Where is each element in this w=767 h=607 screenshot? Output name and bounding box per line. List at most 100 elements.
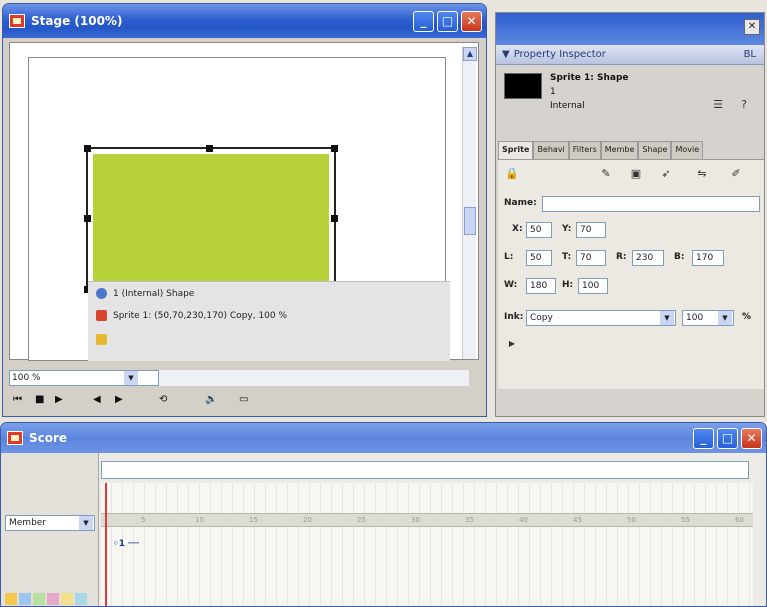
playhead[interactable] xyxy=(105,483,107,606)
channel-headers: Member ▼ xyxy=(1,453,99,606)
help-icon[interactable]: ? xyxy=(736,97,752,113)
r-label: R: xyxy=(616,252,627,262)
tick-label: 30 xyxy=(411,516,420,524)
resize-handle-ml[interactable] xyxy=(84,215,91,222)
pi-title: Property Inspector xyxy=(513,49,606,60)
tab-shape[interactable]: Shape xyxy=(638,141,672,159)
resize-handle-tr[interactable] xyxy=(331,145,338,152)
editable-icon[interactable]: ✎ xyxy=(598,166,614,182)
score-window: Score _ □ ✕ Member ▼ 5 10 15 20 25 30 35… xyxy=(0,422,767,607)
ink-value: Copy xyxy=(530,313,553,323)
step-forward-icon[interactable]: ▶ xyxy=(115,394,123,405)
w-label: W: xyxy=(504,280,518,290)
maximize-button[interactable]: □ xyxy=(437,11,458,32)
close-icon[interactable]: ✕ xyxy=(744,19,760,35)
maximize-button[interactable]: □ xyxy=(717,428,738,449)
rewind-icon[interactable]: ⏮ xyxy=(13,394,22,405)
stop-icon[interactable]: ■ xyxy=(35,394,44,405)
script-edit-icon[interactable]: ✐ xyxy=(728,166,744,182)
flip-icon[interactable]: ⇋ xyxy=(694,166,710,182)
tab-filters[interactable]: Filters xyxy=(568,141,601,159)
tab-movie[interactable]: Movie xyxy=(671,141,704,159)
green-shape-sprite[interactable] xyxy=(93,154,329,284)
sprite-span-1[interactable]: ◦1 ── xyxy=(113,539,139,549)
resize-handle-tc[interactable] xyxy=(206,145,213,152)
l-field[interactable]: 50 xyxy=(526,250,552,266)
h-field[interactable]: 100 xyxy=(578,278,608,294)
cast-name: Internal xyxy=(550,101,585,111)
ink-label: Ink: xyxy=(504,312,524,322)
name-field[interactable] xyxy=(542,196,760,212)
expand-more-icon[interactable]: ▶ xyxy=(504,336,520,352)
sprite-thumbnail xyxy=(504,73,542,99)
stage-controls: 100 % ▼ ⏮ ■ ▶ ◀ ▶ ⟲ 🔈 ▭ xyxy=(9,366,479,414)
name-label: Name: xyxy=(504,198,537,208)
chevron-down-icon[interactable]: ▼ xyxy=(79,516,93,530)
resize-handle-mr[interactable] xyxy=(331,215,338,222)
pi-titlebar[interactable]: ✕ xyxy=(496,13,764,45)
zoom-value: 100 % xyxy=(12,373,41,383)
overlay-sprite-line: Sprite 1: (50,70,230,170) Copy, 100 % xyxy=(113,310,288,321)
w-field[interactable]: 180 xyxy=(526,278,556,294)
stage-horizontal-scrollbar[interactable] xyxy=(159,370,469,386)
play-icon[interactable]: ▶ xyxy=(55,394,63,405)
resize-handle-tl[interactable] xyxy=(84,145,91,152)
scroll-thumb[interactable] xyxy=(464,207,476,235)
score-timeline[interactable] xyxy=(101,483,753,606)
tick-label: 20 xyxy=(303,516,312,524)
stage-canvas[interactable]: 1 (Internal) Shape Sprite 1: (50,70,230,… xyxy=(9,42,479,361)
trails-icon[interactable]: ➶ xyxy=(658,166,674,182)
chevron-down-icon[interactable]: ▼ xyxy=(660,311,674,325)
lock-icon[interactable]: 🔒 xyxy=(504,166,520,182)
expand-triangle-icon[interactable]: ▼ xyxy=(502,49,510,60)
tick-label: 15 xyxy=(249,516,258,524)
ink-select[interactable]: Copy ▼ xyxy=(526,310,676,326)
pi-panel-header[interactable]: ▼ Property Inspector BL xyxy=(496,45,764,65)
close-button[interactable]: ✕ xyxy=(461,11,482,32)
tick-label: 55 xyxy=(681,516,690,524)
stage-window: Stage (100%) _ □ ✕ 1 (Internal) Shape Sp… xyxy=(2,3,487,417)
marker-channel[interactable] xyxy=(101,461,749,479)
stage-titlebar[interactable]: Stage (100%) _ □ ✕ xyxy=(3,4,486,38)
frame-ruler[interactable]: 5 10 15 20 25 30 35 40 45 50 55 60 xyxy=(101,513,753,527)
display-mode-select[interactable]: Member ▼ xyxy=(5,515,95,531)
x-field[interactable]: 50 xyxy=(526,222,552,238)
sprite-name: Sprite 1: Shape xyxy=(550,73,629,83)
volume-icon[interactable]: 🔈 xyxy=(205,394,217,405)
list-view-icon[interactable]: ☰ xyxy=(710,97,726,113)
pi-tabs: Sprite Behavi Filters Membe Shape Movie xyxy=(498,141,764,159)
score-title: Score xyxy=(29,431,68,445)
y-field[interactable]: 70 xyxy=(576,222,606,238)
tick-label: 35 xyxy=(465,516,474,524)
tick-label: 10 xyxy=(195,516,204,524)
b-field[interactable]: 170 xyxy=(692,250,724,266)
tab-behavior[interactable]: Behavi xyxy=(533,141,569,159)
tick-label: 45 xyxy=(573,516,582,524)
blend-select[interactable]: 100 ▼ xyxy=(682,310,734,326)
loop-icon[interactable]: ⟲ xyxy=(159,394,167,405)
close-button[interactable]: ✕ xyxy=(741,428,762,449)
zoom-select[interactable]: 100 % ▼ xyxy=(9,370,159,386)
blend-percent: % xyxy=(742,312,752,322)
palette-chip xyxy=(47,593,59,605)
sprite-tab-panel: 🔒 ✎ ▣ ➶ ⇋ ✐ Name: X: 50 Y: 70 L: 50 T: 7… xyxy=(498,159,764,389)
scroll-up-arrow[interactable]: ▲ xyxy=(463,47,477,61)
step-back-icon[interactable]: ◀ xyxy=(93,394,101,405)
minimize-button[interactable]: _ xyxy=(413,11,434,32)
tab-member[interactable]: Membe xyxy=(600,141,639,159)
sprite-1-selection[interactable] xyxy=(84,145,338,293)
chevron-down-icon[interactable]: ▼ xyxy=(124,371,138,385)
score-titlebar[interactable]: Score _ □ ✕ xyxy=(1,423,766,453)
x-label: X: xyxy=(512,224,523,234)
selected-frames-icon[interactable]: ▭ xyxy=(239,394,248,405)
r-field[interactable]: 230 xyxy=(632,250,664,266)
palette-chip xyxy=(75,593,87,605)
t-field[interactable]: 70 xyxy=(576,250,606,266)
tab-sprite[interactable]: Sprite xyxy=(498,141,534,159)
tick-label: 50 xyxy=(627,516,636,524)
chevron-down-icon[interactable]: ▼ xyxy=(718,311,732,325)
stage-vertical-scrollbar[interactable]: ▲ xyxy=(462,47,477,359)
sprite-icon xyxy=(96,310,107,321)
minimize-button[interactable]: _ xyxy=(693,428,714,449)
movable-icon[interactable]: ▣ xyxy=(628,166,644,182)
